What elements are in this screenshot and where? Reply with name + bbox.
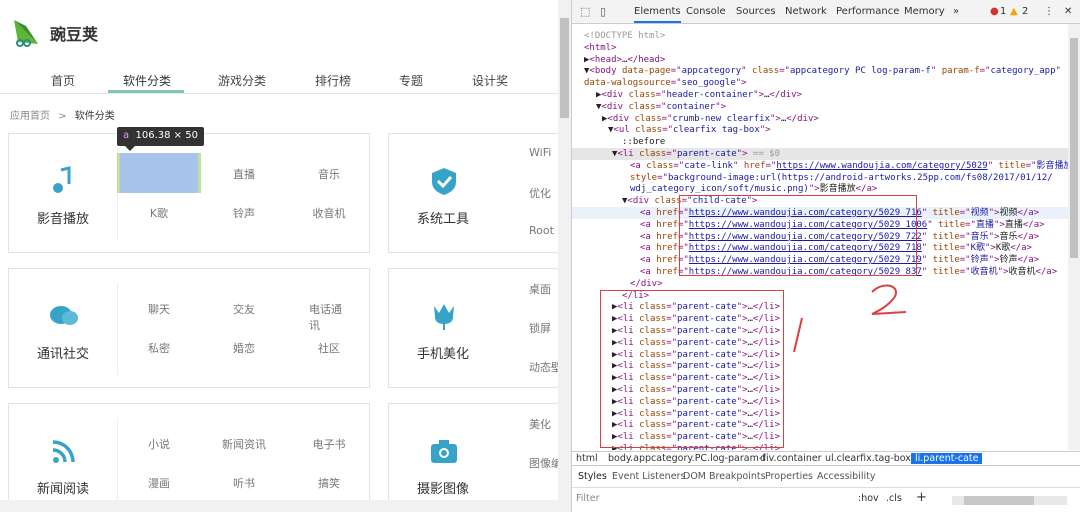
subcategory-link[interactable]: 电话通讯 [309,301,349,333]
category-icon [53,166,71,193]
breadcrumb-separator: > [58,111,67,122]
page-vertical-scrollbar[interactable] [558,0,571,512]
tooltip-tag: a [123,130,130,141]
subcategory-link[interactable]: 音乐 [318,166,340,182]
category-name[interactable]: 影音播放 [9,208,117,227]
category-name[interactable]: 手机美化 [389,343,497,362]
subcategory-link[interactable]: 桌面 [529,281,551,297]
breadcrumb: 应用首页 > 软件分类 [10,107,115,122]
category-icon [431,440,457,463]
category-name[interactable]: 通讯社交 [9,343,117,362]
active-tab-indicator [108,90,184,93]
category-name[interactable]: 摄影图像 [389,478,497,497]
nav-design-award[interactable]: 设计奖 [472,72,508,89]
subcategory-link[interactable]: 新闻资讯 [222,436,266,452]
category-icon [432,168,456,195]
subcategory-link[interactable]: WiFi [529,146,551,159]
nav-home[interactable]: 首页 [51,72,75,89]
subcategory-link[interactable]: 私密 [148,340,170,356]
subcategory-link[interactable]: 聊天 [148,301,170,317]
browser-page: 豌豆荚 首页 软件分类 游戏分类 排行榜 专题 设计奖 应用首页 > 软件分类 … [0,0,572,512]
subcategory-link[interactable]: Root [529,224,554,237]
breadcrumb-home[interactable]: 应用首页 [10,111,50,122]
subcategory-link[interactable]: 美化 [529,416,551,432]
site-name: 豌豆荚 [50,25,99,44]
category-name[interactable]: 系统工具 [389,208,497,227]
breadcrumb-current: 软件分类 [74,111,115,122]
inspected-element-highlight [117,153,201,193]
category-name[interactable]: 新闻阅读 [9,478,117,497]
subcategory-link[interactable]: 漫画 [148,475,170,491]
category-card[interactable]: 影音播放视频直播音乐K歌铃声收音机 [8,133,370,253]
main-nav: 首页 软件分类 游戏分类 排行榜 专题 设计奖 [0,68,560,94]
subcategory-link[interactable]: 直播 [233,166,255,182]
subcategory-link[interactable]: 锁屏 [529,320,551,336]
tooltip-size: 106.38 × 50 [135,130,198,141]
subcategory-link[interactable]: K歌 [150,205,168,221]
inspect-tooltip: a 106.38 × 50 [117,127,204,151]
category-card[interactable]: 通讯社交 聊天 交友 电话通讯私密 婚恋 社区 [8,268,370,388]
subcategory-link[interactable]: 电子书 [313,436,346,452]
category-card[interactable]: 手机美化 桌面 锁屏 动态壁纸 [388,268,571,388]
category-icon [50,306,78,325]
nav-ranking[interactable]: 排行榜 [315,72,351,89]
category-icon [434,304,454,330]
nav-games[interactable]: 游戏分类 [218,72,266,89]
subcategory-link[interactable]: 听书 [233,475,255,491]
subcategory-link[interactable]: 收音机 [313,205,346,221]
category-icon [52,440,75,463]
handwritten-annotations [793,284,907,353]
subcategory-link[interactable]: 婚恋 [233,340,255,356]
subcategory-link[interactable]: 铃声 [233,205,255,221]
page-horizontal-scrollbar[interactable] [0,500,558,512]
category-card[interactable]: 摄影图像 美化 图像编辑 [388,403,571,512]
subcategory-link[interactable]: 优化 [529,185,551,201]
site-logo[interactable]: 豌豆荚 [12,18,98,48]
subcategory-link[interactable]: 社区 [318,340,340,356]
pea-logo-icon [14,20,38,47]
subcategory-link[interactable]: 搞笑 [318,475,340,491]
category-card[interactable]: 新闻阅读 小说 新闻资讯 电子书漫画 听书 搞笑 [8,403,370,512]
nav-topics[interactable]: 专题 [399,72,423,89]
category-card[interactable]: 系统工具 WiFi 优化 Root [388,133,571,253]
nav-software[interactable]: 软件分类 [123,72,171,89]
subcategory-link[interactable]: 小说 [148,436,170,452]
devtools-panel: ⬚ ▯ Elements Console Sources Network Per… [572,0,1080,512]
subcategory-link[interactable]: 交友 [233,301,255,317]
